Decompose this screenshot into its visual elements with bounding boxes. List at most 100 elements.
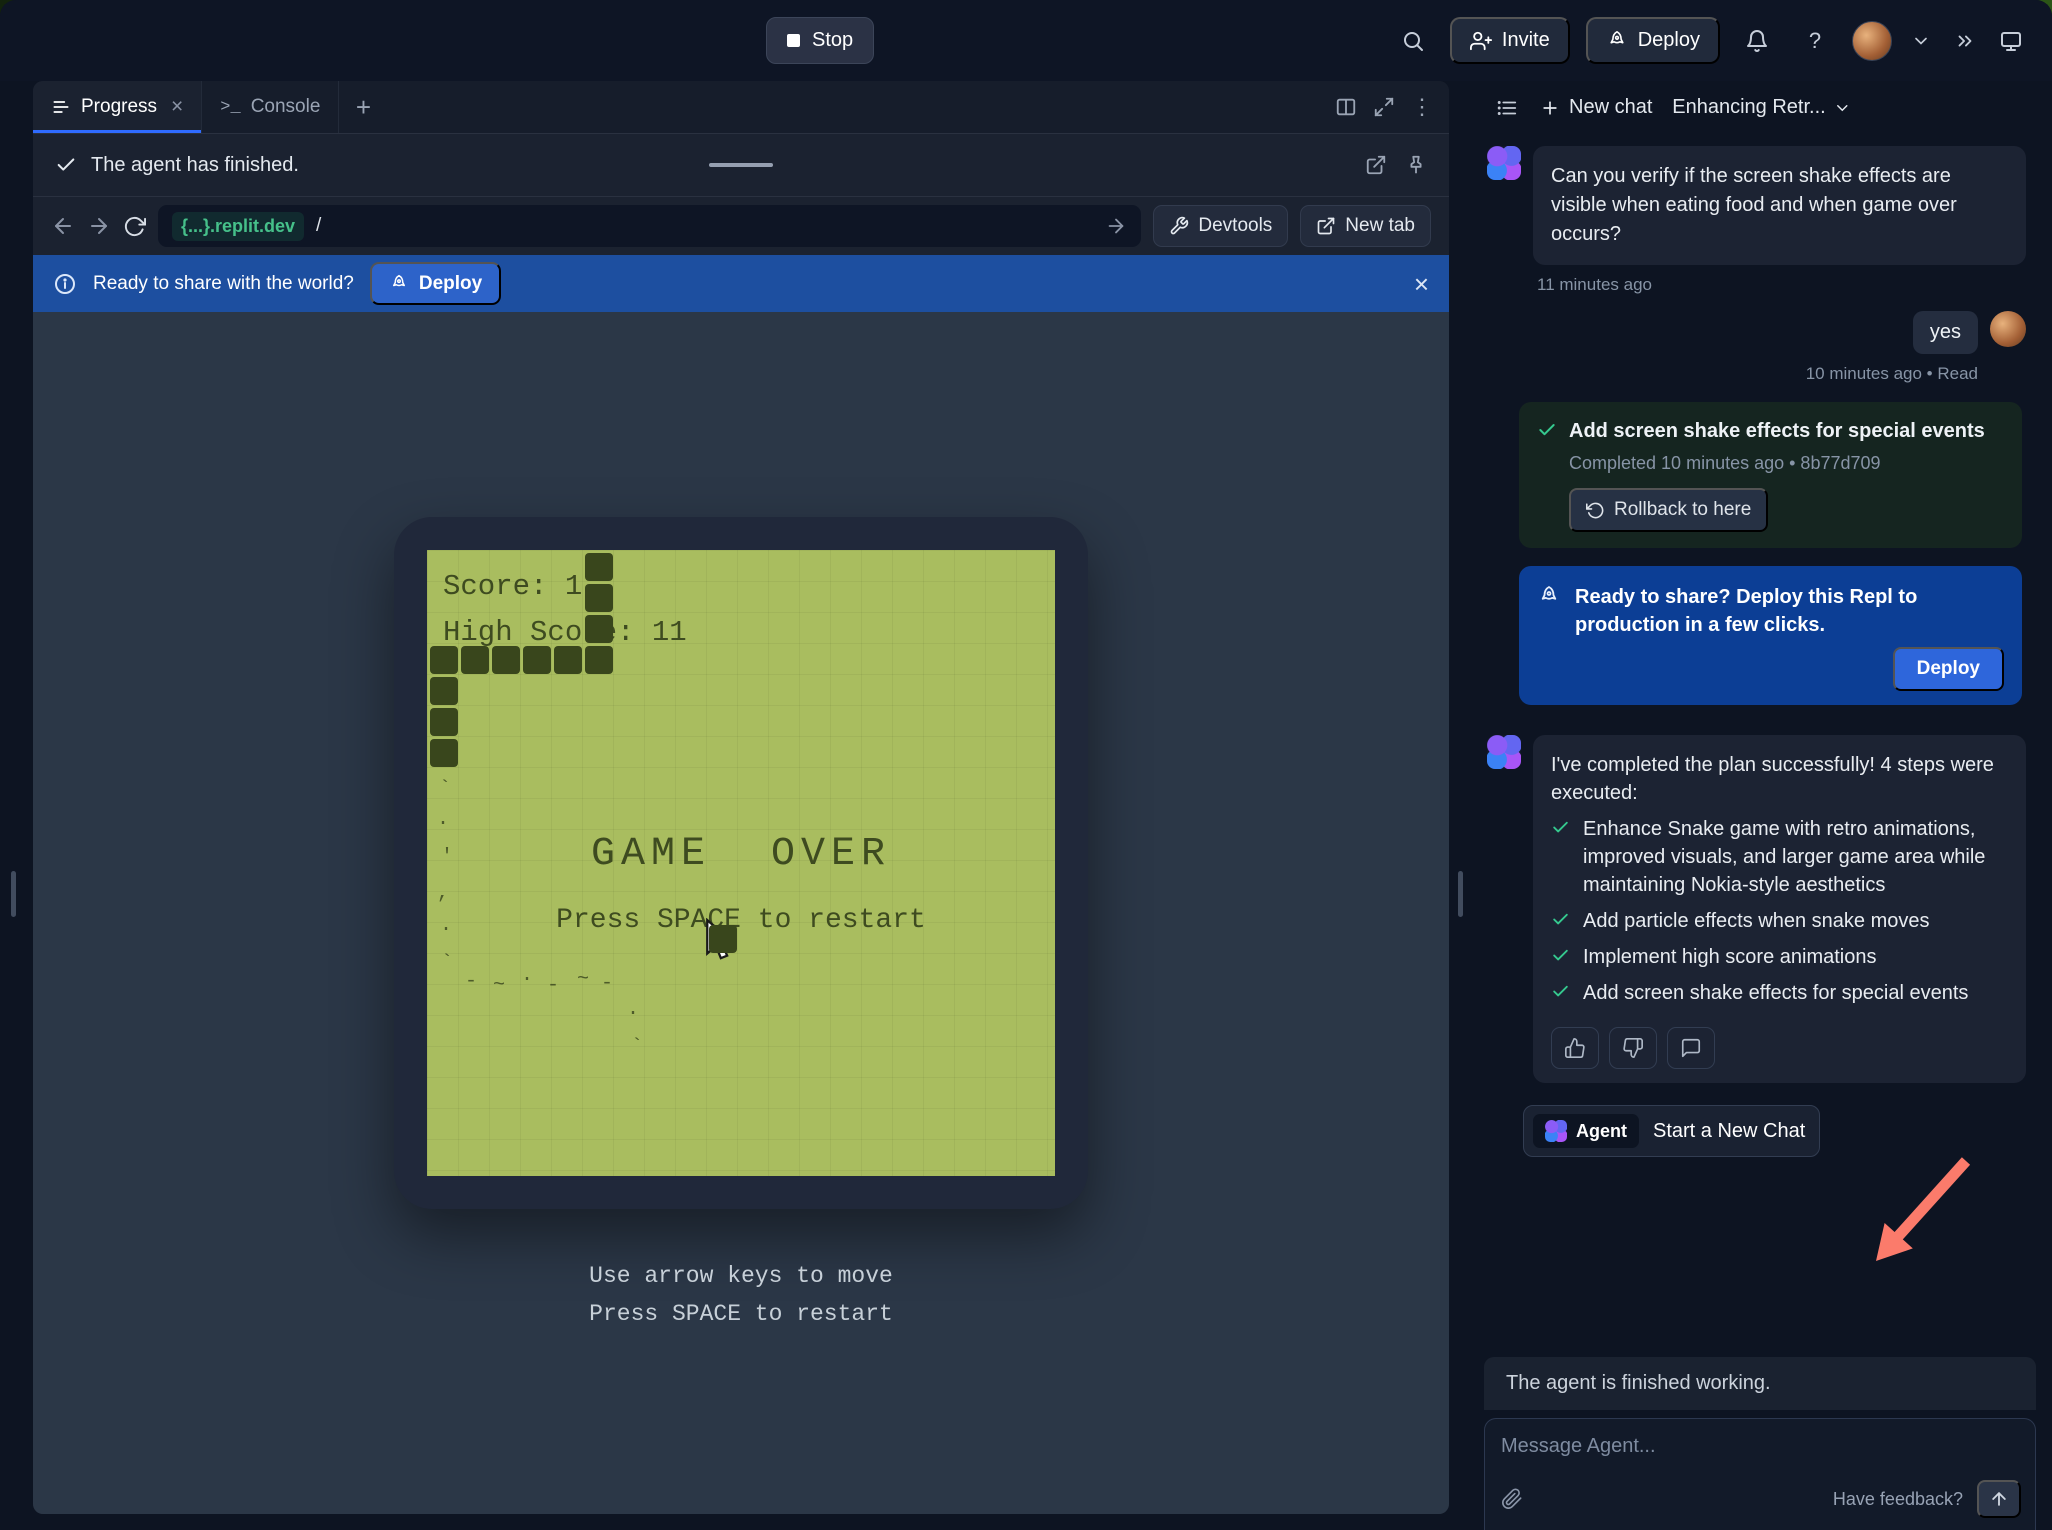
comment-button[interactable]: [1667, 1027, 1715, 1069]
game-over-text: GAME OVER: [427, 832, 1055, 877]
tab-console-label: Console: [251, 96, 321, 118]
user-avatar[interactable]: [1852, 21, 1892, 61]
stop-icon: [787, 34, 800, 47]
thumbs-down-button[interactable]: [1609, 1027, 1657, 1069]
url-go-icon[interactable]: [1105, 215, 1127, 237]
snake-game-screen[interactable]: Score: 1 High Score: 11 GAME OVER Press …: [427, 550, 1055, 1176]
wrench-icon: [1169, 216, 1189, 236]
chat-messages[interactable]: Can you verify if the screen shake effec…: [1472, 134, 2052, 1343]
browser-toolbar: {...}.replit.dev / Devtools New tab: [33, 197, 1449, 255]
new-chat-button[interactable]: New chat: [1530, 88, 1662, 127]
check-icon: [1551, 815, 1571, 899]
chat-title-dropdown[interactable]: Enhancing Retr...: [1672, 96, 1851, 119]
open-external-icon[interactable]: [1365, 154, 1387, 176]
snake-segment: [430, 739, 458, 767]
topbar-actions: Invite Deploy ?: [1392, 17, 2026, 64]
banner-deploy-button[interactable]: Deploy: [370, 262, 501, 305]
summary-step: Enhance Snake game with retro animations…: [1551, 815, 2008, 899]
attach-paperclip-icon[interactable]: [1501, 1488, 1523, 1510]
checkpoint-meta: Completed 10 minutes ago • 8b77d709: [1569, 453, 2004, 474]
chat-history-icon[interactable]: [1490, 87, 1524, 129]
chevron-down-icon[interactable]: [1908, 20, 1934, 62]
search-icon[interactable]: [1392, 20, 1434, 62]
banner-close-icon[interactable]: ×: [1414, 271, 1429, 297]
chevron-down-icon: [1834, 99, 1852, 117]
help-line-2: Press SPACE to restart: [589, 1295, 893, 1333]
console-icon: >_: [220, 98, 240, 117]
notifications-bell-icon[interactable]: [1736, 20, 1778, 62]
workspace-panel: Progress × >_ Console + ⋮: [33, 81, 1449, 1514]
agent-status-bar: The agent has finished.: [33, 134, 1449, 197]
snake-segment: [585, 553, 613, 581]
game-high-score: High Score: 11: [443, 616, 687, 649]
particle: `: [631, 1036, 643, 1059]
user-message-meta: 10 minutes ago • Read: [1487, 364, 1978, 384]
step-text: Implement high score animations: [1583, 943, 1876, 971]
tab-progress[interactable]: Progress ×: [33, 81, 202, 133]
preview-drag-handle[interactable]: [709, 163, 773, 167]
invite-button[interactable]: Invite: [1450, 17, 1570, 64]
agent-status-text: The agent has finished.: [91, 154, 299, 177]
window-icon[interactable]: [1996, 20, 2026, 62]
message-input[interactable]: [1501, 1435, 2021, 1458]
new-tab-label: New tab: [1345, 215, 1415, 237]
particle: ·: [437, 812, 449, 835]
game-score: Score: 1: [443, 570, 582, 603]
tabbar-actions: ⋮: [1335, 81, 1449, 133]
new-tab-plus-button[interactable]: +: [339, 81, 387, 133]
deploy-label: Deploy: [1638, 29, 1700, 52]
deploy-promo-text: Ready to share? Deploy this Repl to prod…: [1575, 583, 2004, 639]
agent-finished-note: The agent is finished working.: [1484, 1357, 2036, 1410]
forward-icon[interactable]: [87, 214, 111, 238]
stop-button[interactable]: Stop: [766, 17, 874, 64]
back-icon[interactable]: [51, 214, 75, 238]
new-tab-button[interactable]: New tab: [1300, 205, 1431, 247]
agent-pill: Agent: [1533, 1114, 1639, 1148]
particle: ·: [521, 968, 533, 991]
thumbs-up-button[interactable]: [1551, 1027, 1599, 1069]
game-device-frame: Score: 1 High Score: 11 GAME OVER Press …: [394, 517, 1088, 1209]
send-button[interactable]: [1977, 1480, 2021, 1518]
particle: `: [441, 952, 453, 975]
reload-icon[interactable]: [123, 215, 146, 238]
food-block: [709, 925, 737, 953]
snake-segment: [430, 708, 458, 736]
check-icon: [1551, 979, 1571, 1007]
pin-icon[interactable]: [1405, 154, 1427, 176]
banner-message: Ready to share with the world?: [93, 273, 354, 295]
agent-chat-panel: New chat Enhancing Retr... Can you verif…: [1472, 81, 2052, 1530]
left-rail-resize-handle[interactable]: [11, 871, 16, 917]
snake-segment: [554, 646, 582, 674]
expand-icon[interactable]: [1373, 96, 1395, 118]
rollback-label: Rollback to here: [1614, 499, 1751, 521]
check-icon: [1537, 418, 1557, 445]
topbar: Stop Invite Deploy ?: [0, 0, 2052, 81]
snake-segment: [523, 646, 551, 674]
panel-resize-handle[interactable]: [1458, 871, 1463, 917]
snake-segment: [585, 646, 613, 674]
chevrons-right-icon[interactable]: [1950, 20, 1980, 62]
game-help-text: Use arrow keys to move Press SPACE to re…: [589, 1257, 893, 1333]
devtools-button[interactable]: Devtools: [1153, 205, 1288, 247]
panel-divider: [1449, 81, 1472, 1530]
feedback-link[interactable]: Have feedback?: [1833, 1489, 1963, 1510]
new-chat-label: New chat: [1569, 96, 1652, 119]
deploy-promo-button[interactable]: Deploy: [1893, 647, 2004, 691]
checkpoint-card: Add screen shake effects for special eve…: [1519, 402, 2022, 548]
info-icon: [53, 272, 77, 296]
url-bar[interactable]: {...}.replit.dev /: [158, 205, 1141, 247]
tab-close-icon[interactable]: ×: [171, 95, 183, 119]
start-new-chat-button[interactable]: Agent Start a New Chat: [1523, 1105, 1820, 1157]
deploy-button[interactable]: Deploy: [1586, 17, 1720, 64]
kebab-menu-icon[interactable]: ⋮: [1411, 94, 1433, 120]
particle: ~: [577, 968, 589, 991]
tab-console[interactable]: >_ Console: [202, 81, 339, 133]
rollback-button[interactable]: Rollback to here: [1569, 488, 1768, 532]
help-icon[interactable]: ?: [1794, 20, 1836, 62]
url-path: /: [316, 215, 321, 237]
url-host: {...}.replit.dev: [172, 212, 304, 241]
split-view-icon[interactable]: [1335, 96, 1357, 118]
snake-segment: [430, 677, 458, 705]
message-timestamp: 11 minutes ago: [1537, 275, 2026, 295]
deploy-banner: Ready to share with the world? Deploy ×: [33, 255, 1449, 312]
